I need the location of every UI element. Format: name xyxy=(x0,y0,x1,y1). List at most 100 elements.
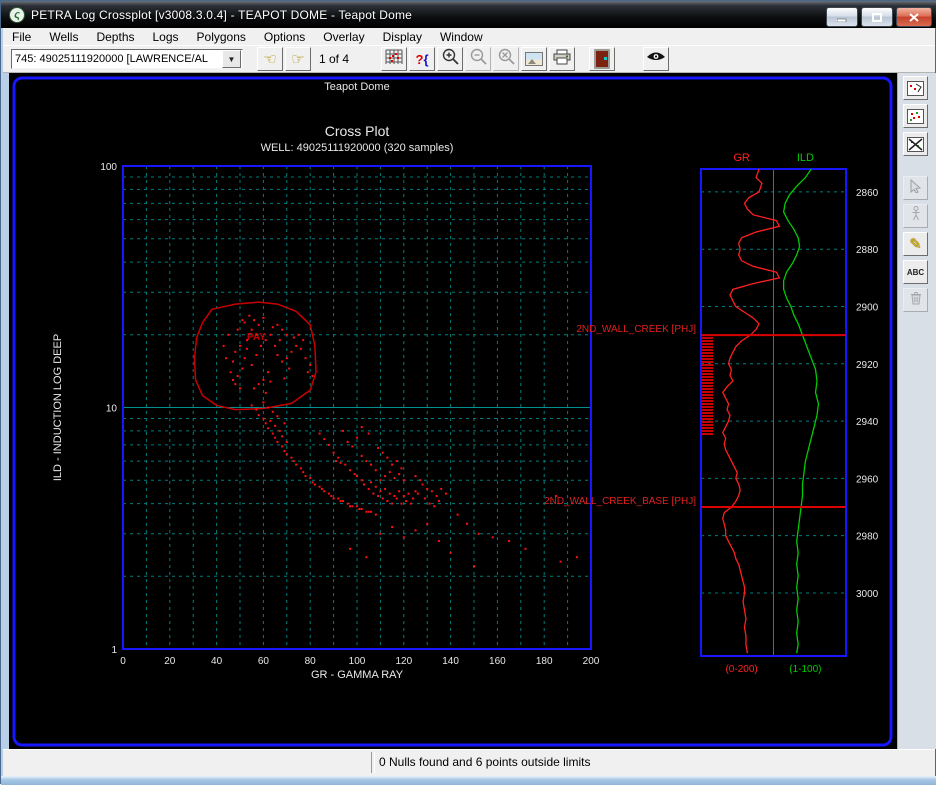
restore-button[interactable] xyxy=(861,7,893,27)
toolbar: 745: 49025111920000 [LAWRENCE/AL ▼ ☜ ☞ 1… xyxy=(3,45,935,73)
svg-text:GR: GR xyxy=(733,152,750,164)
figure-icon xyxy=(911,206,921,226)
menu-display[interactable]: Display xyxy=(374,29,431,45)
trash-icon xyxy=(910,291,922,310)
window-title: PETRA Log Crossplot [v3008.3.0.4] - TEAP… xyxy=(31,7,413,22)
svg-text:2ND_WALL_CREEK_BASE [PHJ]: 2ND_WALL_CREEK_BASE [PHJ] xyxy=(544,496,696,507)
next-well-button[interactable]: ☞ xyxy=(285,47,311,71)
svg-text:3000: 3000 xyxy=(856,589,879,600)
status-text: 0 Nulls found and 6 points outside limit… xyxy=(379,755,591,769)
svg-text:10: 10 xyxy=(106,404,118,415)
menu-window[interactable]: Window xyxy=(431,29,492,45)
exit-button[interactable] xyxy=(589,47,616,71)
svg-text:(1-100): (1-100) xyxy=(789,664,821,675)
svg-text:2960: 2960 xyxy=(856,474,879,485)
svg-text:2920: 2920 xyxy=(856,360,879,371)
menu-logs[interactable]: Logs xyxy=(144,29,188,45)
status-bar: 0 Nulls found and 6 points outside limit… xyxy=(3,749,935,776)
snapshot-button[interactable] xyxy=(521,47,548,71)
probe-button[interactable] xyxy=(903,204,928,228)
chevron-down-icon[interactable]: ▼ xyxy=(222,50,241,68)
zoom-out-icon xyxy=(470,48,487,70)
previous-well-button[interactable]: ☜ xyxy=(257,47,283,71)
svg-text:160: 160 xyxy=(489,656,506,667)
svg-text:Cross Plot: Cross Plot xyxy=(325,123,390,139)
svg-text:ILD - INDUCTION LOG DEEP: ILD - INDUCTION LOG DEEP xyxy=(52,334,64,481)
zoom-out-button[interactable] xyxy=(465,47,492,71)
crossplot-grid-icon xyxy=(385,49,403,70)
svg-text:80: 80 xyxy=(305,656,317,667)
curve-query-button[interactable]: ?{ xyxy=(409,47,436,71)
svg-text:20: 20 xyxy=(164,656,176,667)
brace-icon: { xyxy=(423,51,429,67)
question-icon: ? xyxy=(415,51,424,67)
abc-icon: ABC xyxy=(906,267,925,277)
pointer-button[interactable] xyxy=(903,176,928,200)
svg-text:0: 0 xyxy=(120,656,126,667)
well-selector[interactable]: 745: 49025111920000 [LAWRENCE/AL ▼ xyxy=(11,49,243,69)
menu-bar: File Wells Depths Logs Polygons Options … xyxy=(3,28,935,46)
polygon-draw-icon xyxy=(907,80,924,96)
hand-forward-icon: ☞ xyxy=(291,50,305,68)
svg-text:2900: 2900 xyxy=(856,303,879,314)
svg-text:(0-200): (0-200) xyxy=(725,664,757,675)
svg-text:100: 100 xyxy=(349,656,366,667)
page-indicator: 1 of 4 xyxy=(319,52,350,66)
zoom-in-button[interactable] xyxy=(437,47,464,71)
zoom-cancel-icon xyxy=(498,48,515,70)
svg-text:2880: 2880 xyxy=(856,245,879,256)
crossplot-and-logtrack-svg: Teapot Dome Cross Plot WELL: 4902511192000… xyxy=(12,76,893,747)
svg-text:120: 120 xyxy=(395,656,412,667)
svg-text:2940: 2940 xyxy=(856,417,879,428)
well-selector-value: 745: 49025111920000 [LAWRENCE/AL xyxy=(15,53,209,65)
svg-text:2980: 2980 xyxy=(856,532,879,543)
eye-icon xyxy=(646,50,666,68)
zoom-reset-button[interactable] xyxy=(493,47,520,71)
svg-text:Teapot Dome: Teapot Dome xyxy=(324,81,389,93)
svg-text:100: 100 xyxy=(100,162,117,173)
menu-file[interactable]: File xyxy=(3,29,40,45)
svg-text:1: 1 xyxy=(111,645,117,656)
eye-button[interactable] xyxy=(643,47,670,71)
print-button[interactable] xyxy=(549,47,576,71)
pencil-icon: ✎ xyxy=(909,236,922,253)
show-points-button[interactable] xyxy=(903,104,928,128)
points-icon xyxy=(907,108,924,124)
status-divider xyxy=(371,752,375,773)
app-icon: ς xyxy=(9,6,25,23)
svg-text:2860: 2860 xyxy=(856,188,879,199)
zoom-in-icon xyxy=(442,48,459,70)
right-tool-strip: ✎ ABC xyxy=(897,73,936,749)
menu-polygons[interactable]: Polygons xyxy=(188,29,255,45)
title-bar: ς PETRA Log Crossplot [v3008.3.0.4] - TE… xyxy=(1,1,936,28)
polygon-draw-button[interactable] xyxy=(903,76,928,100)
svg-text:200: 200 xyxy=(583,656,600,667)
trash-button[interactable] xyxy=(903,288,928,312)
crossplot-button[interactable] xyxy=(381,47,408,71)
exit-door-icon xyxy=(594,49,611,69)
close-button[interactable] xyxy=(896,7,932,27)
menu-depths[interactable]: Depths xyxy=(87,29,143,45)
menu-overlay[interactable]: Overlay xyxy=(314,29,373,45)
hand-back-icon: ☜ xyxy=(263,50,277,68)
pencil-button[interactable]: ✎ xyxy=(903,232,928,256)
svg-text:180: 180 xyxy=(536,656,553,667)
menu-options[interactable]: Options xyxy=(255,29,314,45)
cursor-arrow-icon xyxy=(909,178,922,198)
points-delete-icon xyxy=(907,136,924,152)
svg-text:60: 60 xyxy=(258,656,270,667)
minimize-button[interactable] xyxy=(826,7,858,27)
text-annotation-button[interactable]: ABC xyxy=(903,260,928,284)
svg-text:ILD: ILD xyxy=(797,152,814,164)
image-icon xyxy=(525,52,544,66)
svg-text:40: 40 xyxy=(211,656,223,667)
printer-icon xyxy=(553,49,571,70)
svg-text:140: 140 xyxy=(442,656,459,667)
svg-text:2ND_WALL_CREEK [PHJ]: 2ND_WALL_CREEK [PHJ] xyxy=(576,324,696,335)
plot-canvas[interactable]: Teapot Dome Cross Plot WELL: 4902511192000… xyxy=(9,73,897,749)
menu-wells[interactable]: Wells xyxy=(40,29,87,45)
app-window: ς PETRA Log Crossplot [v3008.3.0.4] - TE… xyxy=(0,0,936,785)
erase-points-button[interactable] xyxy=(903,132,928,156)
svg-text:WELL: 49025111920000 (320 sam: WELL: 49025111920000 (320 samples) xyxy=(261,142,454,154)
svg-text:GR - GAMMA RAY: GR - GAMMA RAY xyxy=(311,669,404,681)
